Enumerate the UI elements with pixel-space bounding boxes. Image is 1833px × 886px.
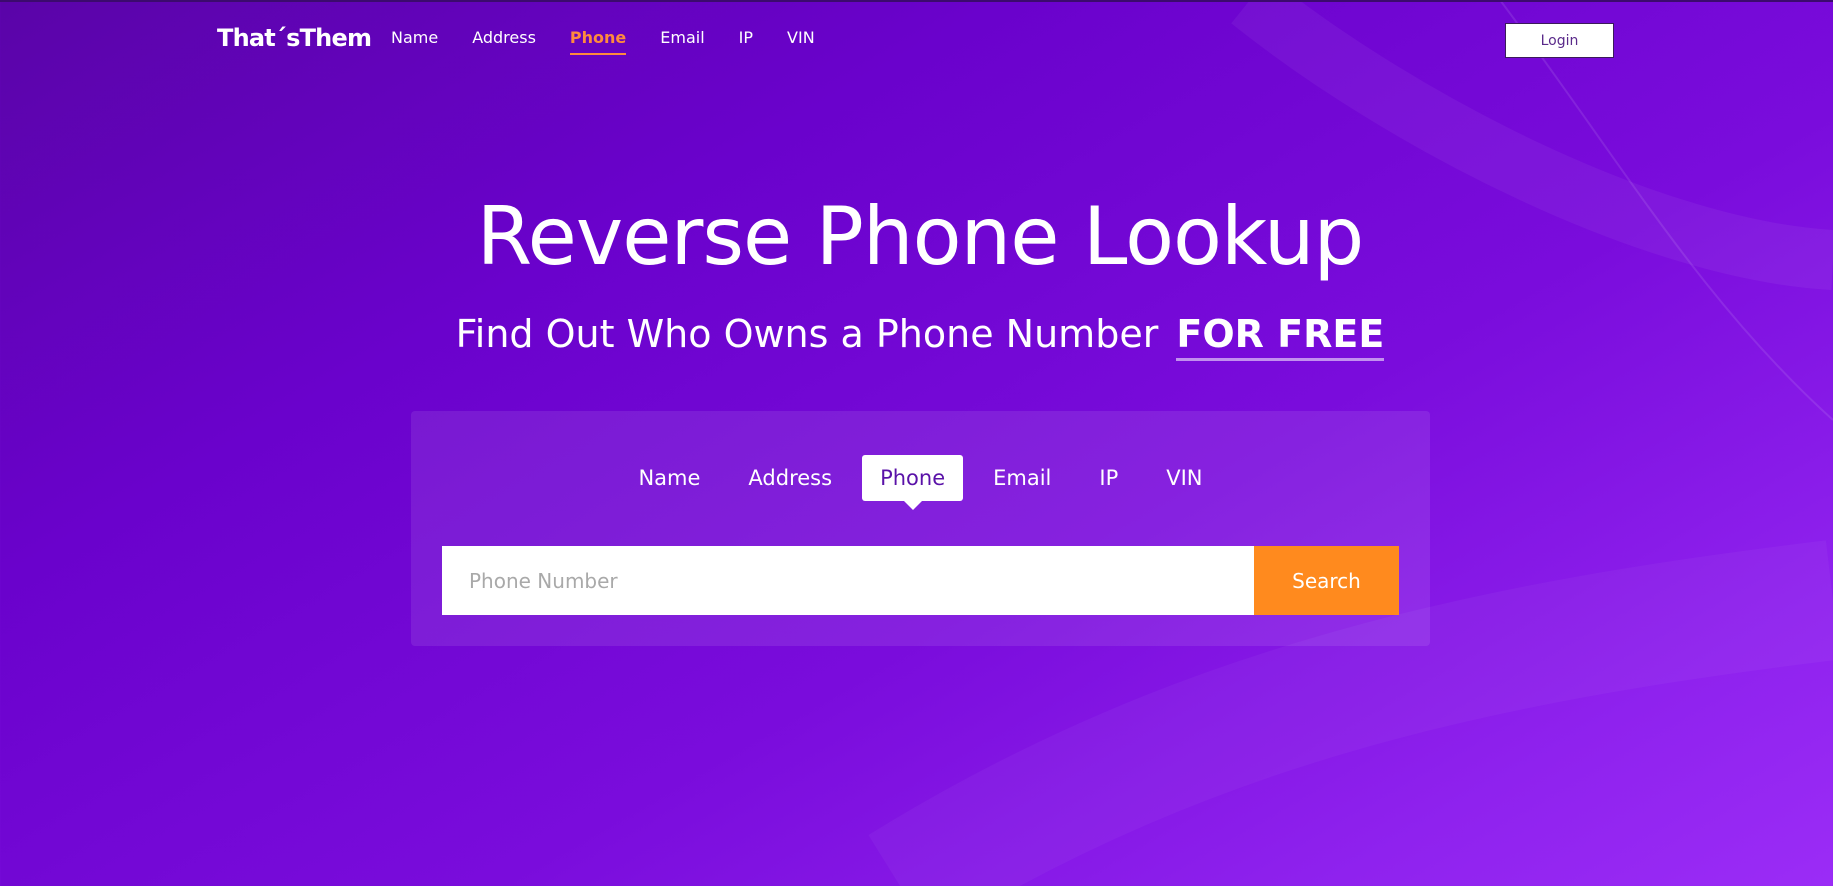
- phone-number-input[interactable]: [442, 546, 1254, 615]
- subtitle-emphasis: FOR FREE: [1176, 312, 1385, 361]
- tab-email[interactable]: Email: [975, 455, 1069, 501]
- nav-item-email[interactable]: Email: [660, 28, 704, 55]
- search-panel: Name Address Phone Email IP VIN Search: [411, 411, 1430, 646]
- nav-item-address[interactable]: Address: [472, 28, 536, 55]
- search-row: Search: [442, 546, 1399, 615]
- tab-name[interactable]: Name: [620, 455, 718, 501]
- tab-vin[interactable]: VIN: [1148, 455, 1220, 501]
- login-button[interactable]: Login: [1505, 23, 1614, 58]
- tab-address[interactable]: Address: [730, 455, 850, 501]
- nav-item-phone[interactable]: Phone: [569, 28, 627, 55]
- main-nav: Name Address Phone Email IP VIN: [391, 28, 849, 55]
- site-logo[interactable]: That´sThem: [217, 24, 372, 52]
- nav-item-name[interactable]: Name: [391, 28, 438, 55]
- subtitle-text: Find Out Who Owns a Phone Number: [455, 312, 1159, 356]
- page-subtitle: Find Out Who Owns a Phone Number FOR FRE…: [0, 312, 1833, 361]
- tab-ip[interactable]: IP: [1081, 455, 1136, 501]
- top-navigation: That´sThem Name Address Phone Email IP V…: [0, 0, 1833, 76]
- tab-phone[interactable]: Phone: [862, 455, 964, 501]
- nav-item-vin[interactable]: VIN: [787, 28, 815, 55]
- search-button[interactable]: Search: [1254, 546, 1399, 615]
- search-type-tabs: Name Address Phone Email IP VIN: [411, 455, 1430, 501]
- nav-item-ip[interactable]: IP: [739, 28, 753, 55]
- page-title: Reverse Phone Lookup: [476, 190, 1365, 283]
